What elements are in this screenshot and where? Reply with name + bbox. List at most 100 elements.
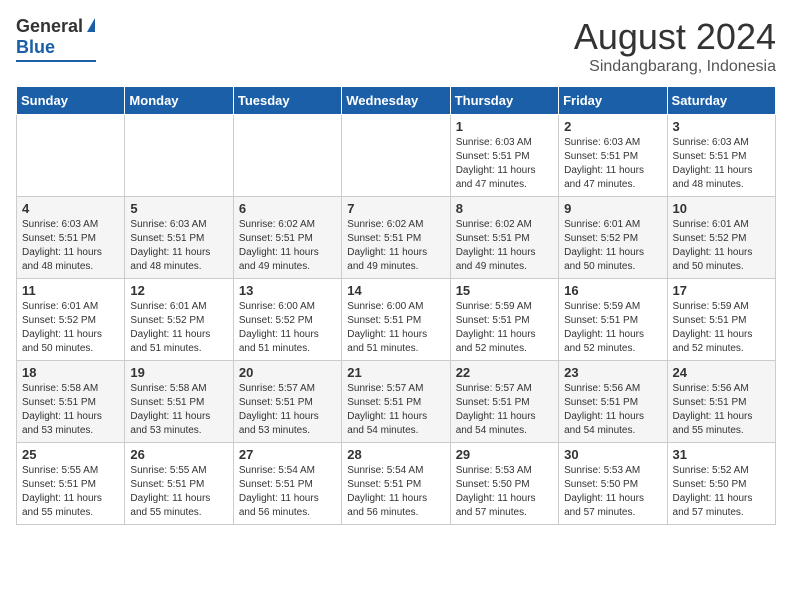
calendar-cell: 11 Sunrise: 6:01 AM Sunset: 5:52 PM Dayli… bbox=[17, 279, 125, 361]
weekday-header-wednesday: Wednesday bbox=[342, 87, 450, 115]
logo-general-text: General bbox=[16, 16, 83, 37]
calendar-cell: 20 Sunrise: 5:57 AM Sunset: 5:51 PM Dayli… bbox=[233, 361, 341, 443]
title-block: August 2024 Sindangbarang, Indonesia bbox=[574, 16, 776, 76]
calendar-cell: 10Sunrise: 6:01 AM Sunset: 5:52 PM Dayli… bbox=[667, 197, 775, 279]
cell-sun-info: Sunrise: 5:54 AM Sunset: 5:51 PM Dayligh… bbox=[239, 464, 336, 520]
cell-sun-info: Sunrise: 5:58 AM Sunset: 5:51 PM Dayligh… bbox=[22, 382, 119, 438]
calendar-cell: 15 Sunrise: 5:59 AM Sunset: 5:51 PM Dayli… bbox=[450, 279, 558, 361]
calendar-cell: 22Sunrise: 5:57 AM Sunset: 5:51 PM Dayli… bbox=[450, 361, 558, 443]
logo-line bbox=[16, 60, 96, 62]
calendar-cell: 25 Sunrise: 5:55 AM Sunset: 5:51 PM Dayli… bbox=[17, 443, 125, 525]
cell-sun-info: Sunrise: 6:03 AM Sunset: 5:51 PM Dayligh… bbox=[130, 218, 227, 274]
cell-sun-info: Sunrise: 6:03 AM Sunset: 5:51 PM Dayligh… bbox=[673, 136, 770, 192]
subtitle: Sindangbarang, Indonesia bbox=[574, 58, 776, 76]
day-number: 4 bbox=[22, 201, 119, 216]
cell-sun-info: Sunrise: 6:00 AM Sunset: 5:51 PM Dayligh… bbox=[347, 300, 444, 356]
day-number: 5 bbox=[130, 201, 227, 216]
calendar-cell bbox=[17, 115, 125, 197]
calendar-week-row-1: 1Sunrise: 6:03 AM Sunset: 5:51 PM Daylig… bbox=[17, 115, 776, 197]
logo-blue-text: Blue bbox=[16, 37, 55, 58]
day-number: 19 bbox=[130, 365, 227, 380]
cell-sun-info: Sunrise: 6:01 AM Sunset: 5:52 PM Dayligh… bbox=[22, 300, 119, 356]
day-number: 9 bbox=[564, 201, 661, 216]
calendar-cell bbox=[342, 115, 450, 197]
calendar-cell: 14 Sunrise: 6:00 AM Sunset: 5:51 PM Dayli… bbox=[342, 279, 450, 361]
day-number: 13 bbox=[239, 283, 336, 298]
calendar-week-row-2: 4 Sunrise: 6:03 AM Sunset: 5:51 PM Daylig… bbox=[17, 197, 776, 279]
cell-sun-info: Sunrise: 5:53 AM Sunset: 5:50 PM Dayligh… bbox=[456, 464, 553, 520]
weekday-header-tuesday: Tuesday bbox=[233, 87, 341, 115]
day-number: 11 bbox=[22, 283, 119, 298]
cell-sun-info: Sunrise: 5:55 AM Sunset: 5:51 PM Dayligh… bbox=[22, 464, 119, 520]
calendar-table: SundayMondayTuesdayWednesdayThursdayFrid… bbox=[16, 86, 776, 525]
day-number: 30 bbox=[564, 447, 661, 462]
cell-sun-info: Sunrise: 5:53 AM Sunset: 5:50 PM Dayligh… bbox=[564, 464, 661, 520]
calendar-week-row-4: 18 Sunrise: 5:58 AM Sunset: 5:51 PM Dayli… bbox=[17, 361, 776, 443]
day-number: 17 bbox=[673, 283, 770, 298]
day-number: 21 bbox=[347, 365, 444, 380]
day-number: 27 bbox=[239, 447, 336, 462]
day-number: 15 bbox=[456, 283, 553, 298]
cell-sun-info: Sunrise: 6:02 AM Sunset: 5:51 PM Dayligh… bbox=[239, 218, 336, 274]
calendar-cell: 5 Sunrise: 6:03 AM Sunset: 5:51 PM Daylig… bbox=[125, 197, 233, 279]
calendar-cell: 3Sunrise: 6:03 AM Sunset: 5:51 PM Daylig… bbox=[667, 115, 775, 197]
day-number: 16 bbox=[564, 283, 661, 298]
calendar-week-row-3: 11 Sunrise: 6:01 AM Sunset: 5:52 PM Dayli… bbox=[17, 279, 776, 361]
cell-sun-info: Sunrise: 5:59 AM Sunset: 5:51 PM Dayligh… bbox=[673, 300, 770, 356]
day-number: 20 bbox=[239, 365, 336, 380]
calendar-cell bbox=[233, 115, 341, 197]
calendar-cell: 8 Sunrise: 6:02 AM Sunset: 5:51 PM Daylig… bbox=[450, 197, 558, 279]
calendar-cell: 17 Sunrise: 5:59 AM Sunset: 5:51 PM Dayli… bbox=[667, 279, 775, 361]
day-number: 23 bbox=[564, 365, 661, 380]
calendar-cell: 30 Sunrise: 5:53 AM Sunset: 5:50 PM Dayli… bbox=[559, 443, 667, 525]
calendar-cell: 6 Sunrise: 6:02 AM Sunset: 5:51 PM Daylig… bbox=[233, 197, 341, 279]
cell-sun-info: Sunrise: 6:03 AM Sunset: 5:51 PM Dayligh… bbox=[22, 218, 119, 274]
cell-sun-info: Sunrise: 6:03 AM Sunset: 5:51 PM Dayligh… bbox=[456, 136, 553, 192]
calendar-cell: 31Sunrise: 5:52 AM Sunset: 5:50 PM Dayli… bbox=[667, 443, 775, 525]
calendar-cell: 21 Sunrise: 5:57 AM Sunset: 5:51 PM Dayli… bbox=[342, 361, 450, 443]
calendar-cell: 12 Sunrise: 6:01 AM Sunset: 5:52 PM Dayli… bbox=[125, 279, 233, 361]
day-number: 28 bbox=[347, 447, 444, 462]
day-number: 2 bbox=[564, 119, 661, 134]
cell-sun-info: Sunrise: 5:57 AM Sunset: 5:51 PM Dayligh… bbox=[456, 382, 553, 438]
cell-sun-info: Sunrise: 6:03 AM Sunset: 5:51 PM Dayligh… bbox=[564, 136, 661, 192]
cell-sun-info: Sunrise: 5:56 AM Sunset: 5:51 PM Dayligh… bbox=[564, 382, 661, 438]
calendar-cell: 24Sunrise: 5:56 AM Sunset: 5:51 PM Dayli… bbox=[667, 361, 775, 443]
cell-sun-info: Sunrise: 6:00 AM Sunset: 5:52 PM Dayligh… bbox=[239, 300, 336, 356]
cell-sun-info: Sunrise: 5:55 AM Sunset: 5:51 PM Dayligh… bbox=[130, 464, 227, 520]
day-number: 25 bbox=[22, 447, 119, 462]
calendar-cell: 28Sunrise: 5:54 AM Sunset: 5:51 PM Dayli… bbox=[342, 443, 450, 525]
calendar-cell: 9 Sunrise: 6:01 AM Sunset: 5:52 PM Daylig… bbox=[559, 197, 667, 279]
main-title: August 2024 bbox=[574, 16, 776, 58]
day-number: 26 bbox=[130, 447, 227, 462]
cell-sun-info: Sunrise: 5:57 AM Sunset: 5:51 PM Dayligh… bbox=[239, 382, 336, 438]
cell-sun-info: Sunrise: 6:02 AM Sunset: 5:51 PM Dayligh… bbox=[456, 218, 553, 274]
cell-sun-info: Sunrise: 6:01 AM Sunset: 5:52 PM Dayligh… bbox=[130, 300, 227, 356]
cell-sun-info: Sunrise: 5:52 AM Sunset: 5:50 PM Dayligh… bbox=[673, 464, 770, 520]
day-number: 14 bbox=[347, 283, 444, 298]
calendar-cell: 23 Sunrise: 5:56 AM Sunset: 5:51 PM Dayli… bbox=[559, 361, 667, 443]
calendar-cell: 29Sunrise: 5:53 AM Sunset: 5:50 PM Dayli… bbox=[450, 443, 558, 525]
weekday-header-sunday: Sunday bbox=[17, 87, 125, 115]
calendar-cell: 16Sunrise: 5:59 AM Sunset: 5:51 PM Dayli… bbox=[559, 279, 667, 361]
weekday-header-thursday: Thursday bbox=[450, 87, 558, 115]
logo: General Blue bbox=[16, 16, 96, 62]
day-number: 6 bbox=[239, 201, 336, 216]
calendar-cell: 4 Sunrise: 6:03 AM Sunset: 5:51 PM Daylig… bbox=[17, 197, 125, 279]
cell-sun-info: Sunrise: 6:01 AM Sunset: 5:52 PM Dayligh… bbox=[564, 218, 661, 274]
weekday-header-monday: Monday bbox=[125, 87, 233, 115]
cell-sun-info: Sunrise: 5:59 AM Sunset: 5:51 PM Dayligh… bbox=[456, 300, 553, 356]
day-number: 10 bbox=[673, 201, 770, 216]
day-number: 8 bbox=[456, 201, 553, 216]
cell-sun-info: Sunrise: 5:56 AM Sunset: 5:51 PM Dayligh… bbox=[673, 382, 770, 438]
cell-sun-info: Sunrise: 5:57 AM Sunset: 5:51 PM Dayligh… bbox=[347, 382, 444, 438]
calendar-cell: 1Sunrise: 6:03 AM Sunset: 5:51 PM Daylig… bbox=[450, 115, 558, 197]
logo-triangle-icon bbox=[87, 18, 95, 32]
weekday-header-row: SundayMondayTuesdayWednesdayThursdayFrid… bbox=[17, 87, 776, 115]
cell-sun-info: Sunrise: 6:02 AM Sunset: 5:51 PM Dayligh… bbox=[347, 218, 444, 274]
day-number: 12 bbox=[130, 283, 227, 298]
day-number: 18 bbox=[22, 365, 119, 380]
weekday-header-saturday: Saturday bbox=[667, 87, 775, 115]
calendar-cell: 27 Sunrise: 5:54 AM Sunset: 5:51 PM Dayli… bbox=[233, 443, 341, 525]
calendar-cell: 18 Sunrise: 5:58 AM Sunset: 5:51 PM Dayli… bbox=[17, 361, 125, 443]
